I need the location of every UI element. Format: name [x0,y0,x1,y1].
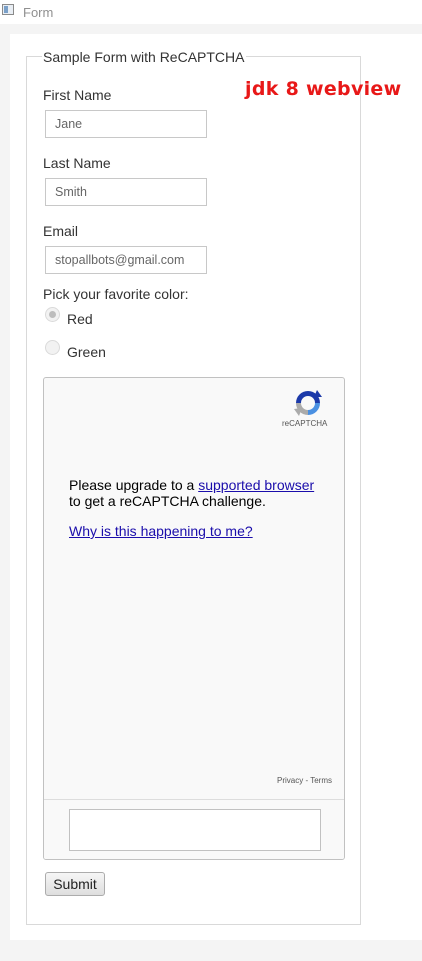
privacy-link[interactable]: Privacy [277,776,303,785]
recaptcha-widget: reCAPTCHA Please upgrade to a supported … [43,377,345,860]
color-question: Pick your favorite color: [43,286,189,302]
radio-green[interactable] [45,340,60,355]
window-icon [2,4,14,15]
radio-red[interactable] [45,307,60,322]
privacy-terms: Privacy - Terms [277,776,332,785]
terms-link[interactable]: Terms [310,776,332,785]
web-page: Sample Form with ReCAPTCHA jdk 8 webview… [10,34,422,940]
first-name-input[interactable]: Jane [45,110,207,138]
form-legend: Sample Form with ReCAPTCHA [42,49,246,65]
last-name-label: Last Name [43,155,111,171]
upgrade-message-text: Please upgrade to a [69,477,199,493]
submit-button[interactable]: Submit [45,872,105,896]
window-title: Form [23,5,54,20]
recaptcha-response-field[interactable] [69,809,321,851]
first-name-label: First Name [43,87,112,103]
annotation-label: jdk 8 webview [245,78,402,100]
upgrade-message-suffix: to get a reCAPTCHA challenge. [69,493,266,509]
supported-browser-link[interactable]: supported browser [198,477,314,493]
title-bar: Form [0,0,422,24]
why-happening-link[interactable]: Why is this happening to me? [69,523,253,539]
recaptcha-logo-icon [294,390,322,416]
radio-red-label[interactable]: Red [67,311,93,327]
recaptcha-response-area [44,799,344,859]
email-input[interactable]: stopallbots@gmail.com [45,246,207,274]
upgrade-message: Please upgrade to a supported browser to… [69,477,329,509]
recaptcha-brand-text: reCAPTCHA [282,419,328,428]
radio-green-label[interactable]: Green [67,344,106,360]
window-bottom-edge [0,941,422,961]
email-label: Email [43,223,79,239]
last-name-input[interactable]: Smith [45,178,207,206]
